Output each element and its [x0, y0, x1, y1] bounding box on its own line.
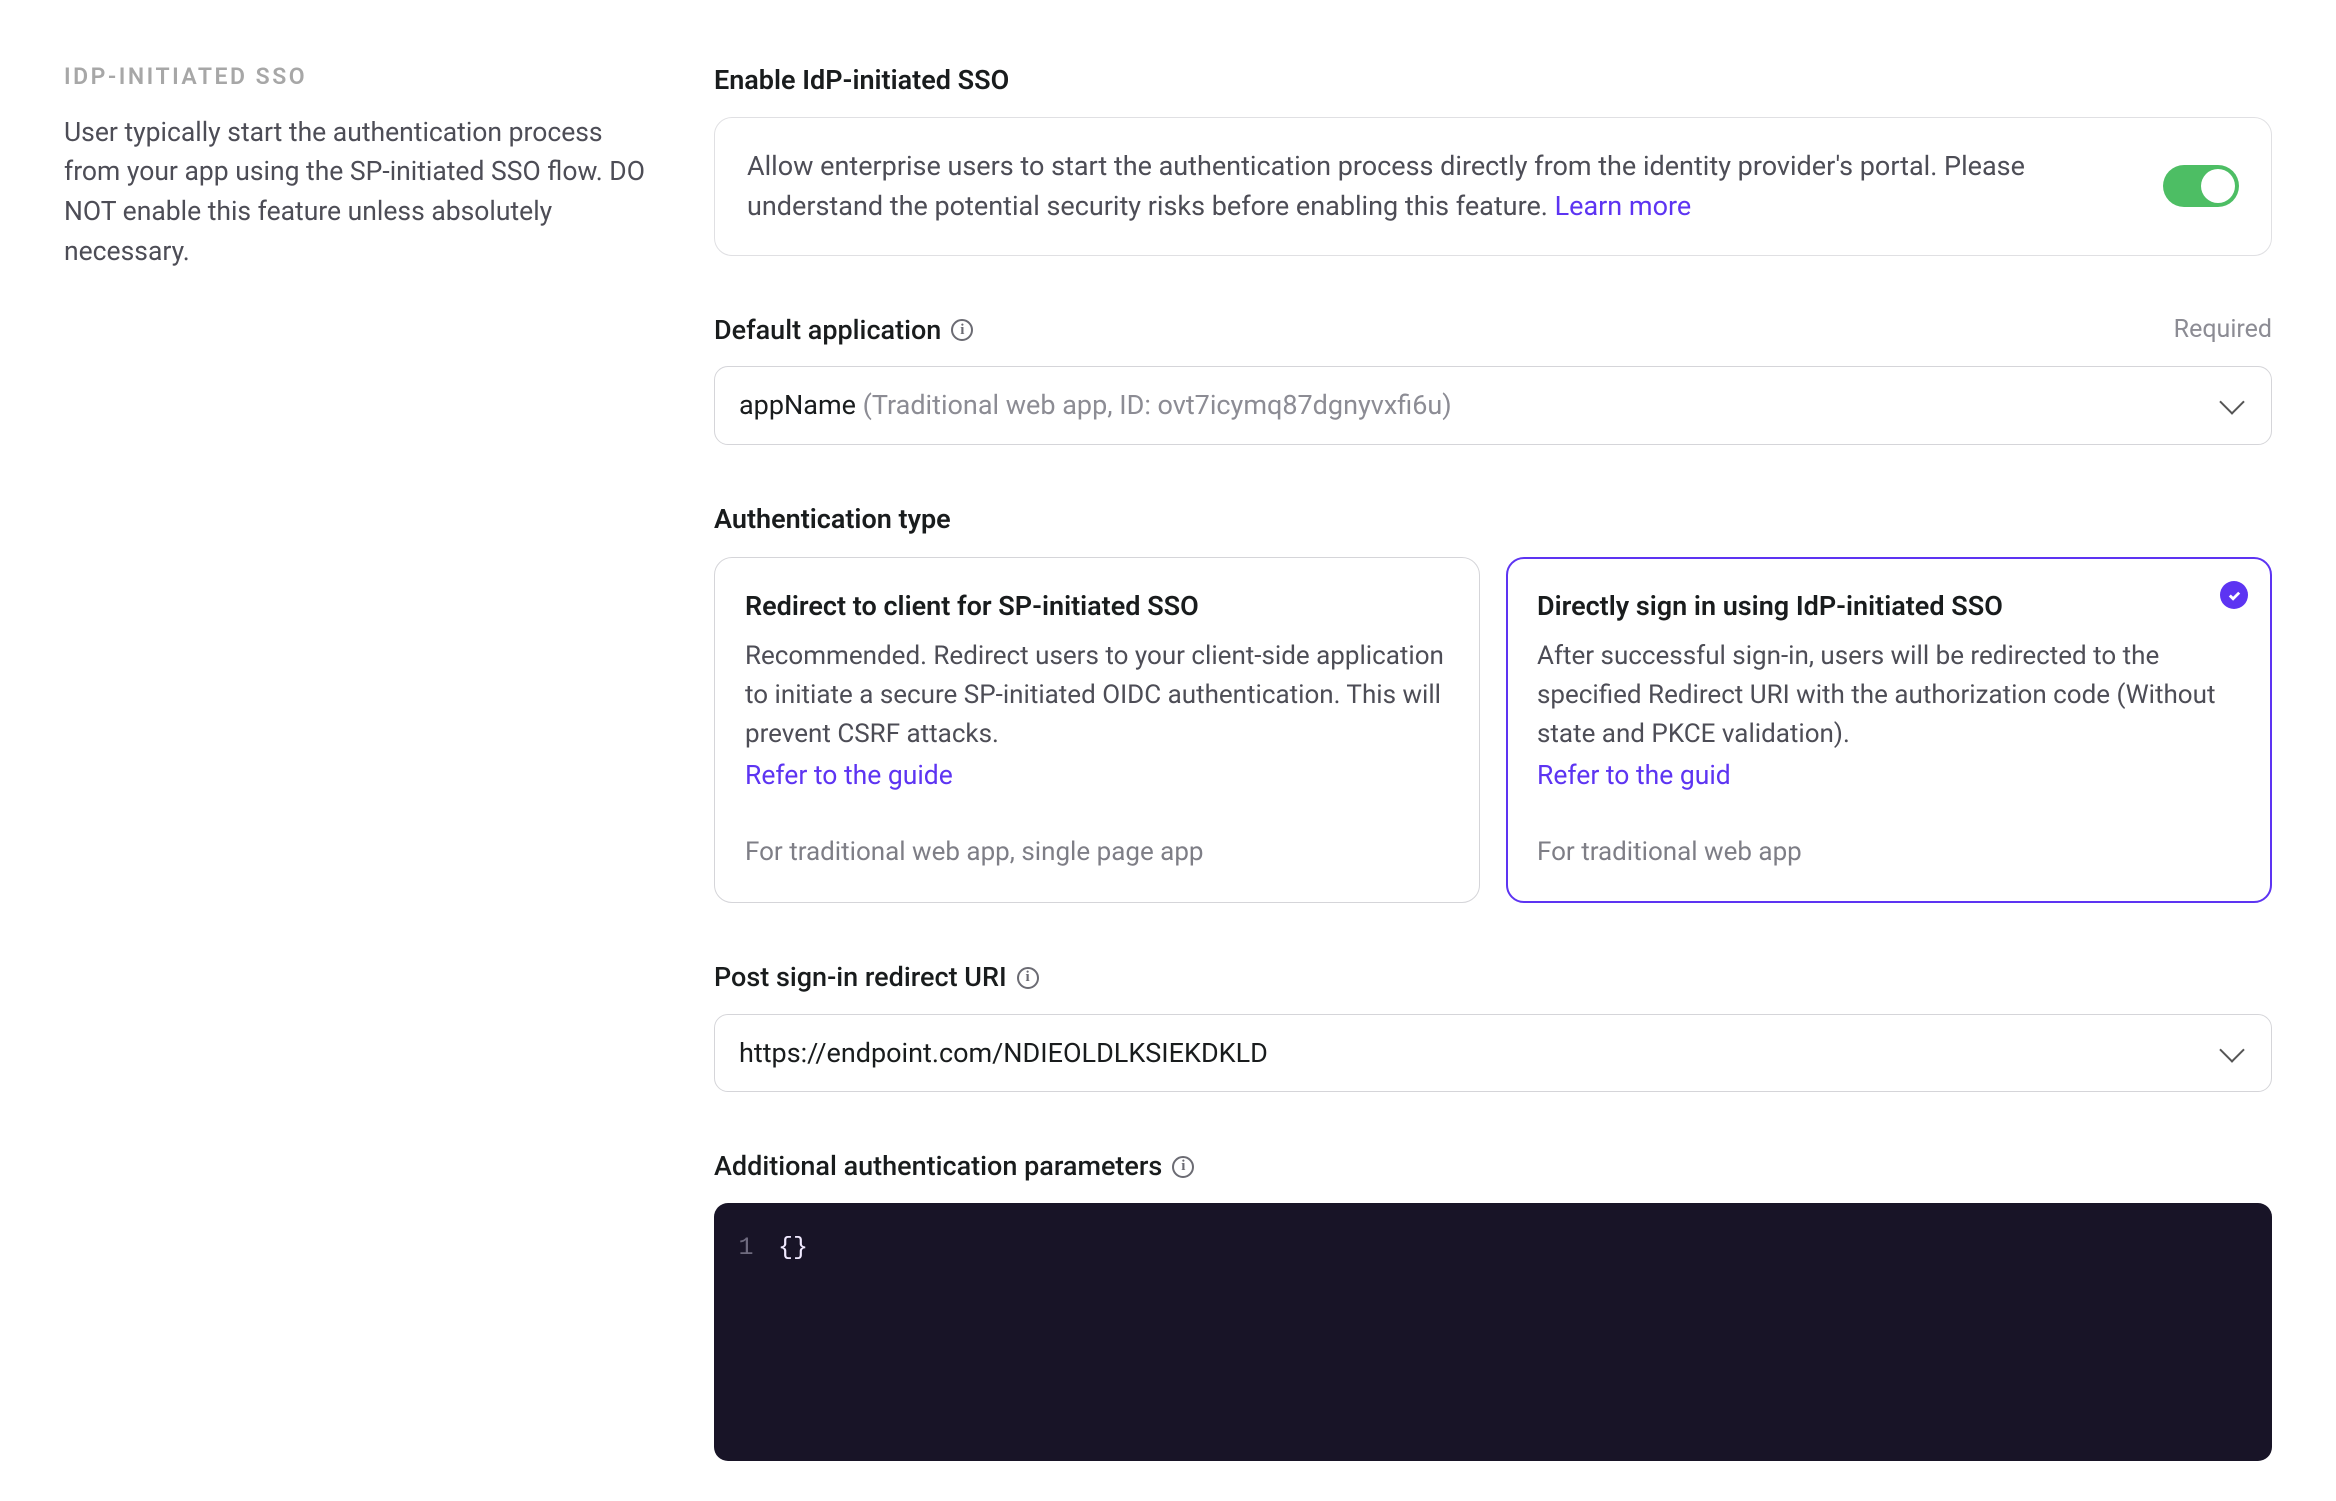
auth-option-footer: For traditional web app, single page app	[745, 833, 1449, 872]
sidebar-description: User typically start the authentication …	[64, 113, 654, 272]
learn-more-link[interactable]: Learn more	[1555, 190, 1692, 222]
chevron-down-icon	[2219, 390, 2244, 415]
authentication-type-section: Authentication type Redirect to client f…	[714, 499, 2272, 904]
redirect-uri-section: Post sign-in redirect URI i https://endp…	[714, 957, 2272, 1092]
additional-params-code-editor[interactable]: 1 {}	[714, 1203, 2272, 1461]
required-label: Required	[2174, 311, 2272, 349]
auth-option-description: After successful sign-in, users will be …	[1537, 637, 2241, 754]
auth-option-title: Redirect to client for SP-initiated SSO	[745, 586, 1449, 627]
enable-sso-section: Enable IdP-initiated SSO Allow enterpris…	[714, 60, 2272, 256]
enable-sso-description: Allow enterprise users to start the auth…	[747, 146, 2139, 227]
main-content: Enable IdP-initiated SSO Allow enterpris…	[714, 60, 2272, 1461]
refer-guide-link[interactable]: Refer to the guide	[745, 756, 1449, 796]
selected-checkmark-icon	[2220, 581, 2248, 609]
redirect-uri-label: Post sign-in redirect URI	[714, 957, 1007, 998]
code-content: {}	[778, 1229, 808, 1267]
refer-guide-link[interactable]: Refer to the guid	[1537, 756, 2241, 796]
enable-sso-card: Allow enterprise users to start the auth…	[714, 117, 2272, 256]
auth-option-title: Directly sign in using IdP-initiated SSO	[1537, 586, 2241, 627]
default-application-label: Default application	[714, 310, 941, 351]
sidebar: IDP-INITIATED SSO User typically start t…	[64, 60, 654, 1461]
default-application-value: appName	[739, 389, 856, 421]
auth-option-sp-initiated[interactable]: Redirect to client for SP-initiated SSO …	[714, 557, 1480, 903]
default-application-select[interactable]: appName (Traditional web app, ID: ovt7ic…	[714, 366, 2272, 445]
additional-params-label: Additional authentication parameters	[714, 1146, 1162, 1187]
info-icon[interactable]: i	[951, 319, 973, 341]
auth-option-idp-initiated[interactable]: Directly sign in using IdP-initiated SSO…	[1506, 557, 2272, 903]
auth-option-footer: For traditional web app	[1537, 833, 2241, 872]
redirect-uri-value: https://endpoint.com/NDIEOLDLKSIEKDKLD	[739, 1033, 1268, 1074]
enable-sso-body-text: Allow enterprise users to start the auth…	[747, 150, 2025, 223]
enable-sso-title: Enable IdP-initiated SSO	[714, 60, 2272, 101]
info-icon[interactable]: i	[1172, 1156, 1194, 1178]
sidebar-title: IDP-INITIATED SSO	[64, 60, 654, 95]
default-application-section: Default application i Required appName (…	[714, 310, 2272, 445]
line-number: 1	[714, 1229, 778, 1267]
chevron-down-icon	[2219, 1037, 2244, 1062]
toggle-knob	[2201, 169, 2235, 203]
redirect-uri-select[interactable]: https://endpoint.com/NDIEOLDLKSIEKDKLD	[714, 1014, 2272, 1093]
authentication-type-label: Authentication type	[714, 499, 2272, 540]
additional-params-section: Additional authentication parameters i 1…	[714, 1146, 2272, 1461]
default-application-details: (Traditional web app, ID: ovt7icymq87dgn…	[856, 389, 1452, 421]
code-line: 1 {}	[714, 1229, 2272, 1267]
info-icon[interactable]: i	[1017, 967, 1039, 989]
enable-sso-toggle[interactable]	[2163, 165, 2239, 207]
auth-option-description: Recommended. Redirect users to your clie…	[745, 637, 1449, 754]
